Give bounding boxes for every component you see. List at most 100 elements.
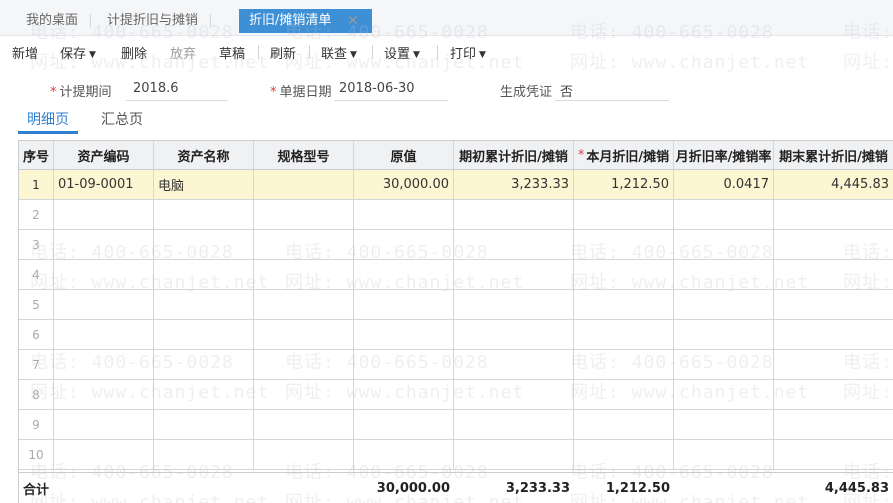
cell-month[interactable]	[574, 410, 674, 440]
cell-closing[interactable]	[774, 290, 893, 320]
delete-button[interactable]: 删除	[121, 43, 147, 62]
cell-month[interactable]	[574, 230, 674, 260]
cell-name[interactable]	[154, 350, 254, 380]
cell-rate[interactable]	[674, 260, 774, 290]
cell-name[interactable]: 电脑	[154, 170, 254, 200]
cell-name[interactable]	[154, 200, 254, 230]
tab-depreciation-list[interactable]: 折旧/摊销清单 ✕	[239, 9, 372, 33]
refresh-button[interactable]: 刷新	[270, 43, 296, 62]
cell-original[interactable]: 30,000.00	[354, 170, 454, 200]
cell-name[interactable]	[154, 230, 254, 260]
cell-original[interactable]	[354, 380, 454, 410]
cell-opening[interactable]	[454, 260, 574, 290]
table-row[interactable]: 2	[19, 200, 893, 230]
cell-spec[interactable]	[254, 200, 354, 230]
cell-month[interactable]	[574, 380, 674, 410]
close-icon[interactable]: ✕	[347, 9, 359, 33]
voucher-field[interactable]: 否	[560, 81, 573, 100]
table-row[interactable]: 9	[19, 410, 893, 440]
cell-opening[interactable]	[454, 200, 574, 230]
cell-original[interactable]	[354, 350, 454, 380]
cell-opening[interactable]	[454, 440, 574, 470]
table-row[interactable]: 8	[19, 380, 893, 410]
tab-summary[interactable]: 汇总页	[101, 109, 143, 129]
new-button[interactable]: 新增	[12, 43, 38, 62]
settings-button[interactable]: 设置 ▼	[384, 43, 420, 62]
cell-spec[interactable]	[254, 260, 354, 290]
cell-code[interactable]: 01-09-0001	[54, 170, 154, 200]
cell-code[interactable]	[54, 320, 154, 350]
cell-original[interactable]	[354, 320, 454, 350]
cell-rate[interactable]	[674, 410, 774, 440]
table-row[interactable]: 6	[19, 320, 893, 350]
cell-month[interactable]	[574, 320, 674, 350]
table-row[interactable]: 5	[19, 290, 893, 320]
cell-month[interactable]	[574, 260, 674, 290]
tab-depreciation-amortization[interactable]: 计提折旧与摊销	[107, 8, 212, 34]
cell-opening[interactable]	[454, 320, 574, 350]
cell-opening[interactable]	[454, 230, 574, 260]
cell-code[interactable]	[54, 260, 154, 290]
cell-closing[interactable]	[774, 410, 893, 440]
period-field[interactable]: 2018.6	[133, 81, 179, 96]
cell-spec[interactable]	[254, 230, 354, 260]
table-row[interactable]: 3	[19, 230, 893, 260]
cell-original[interactable]	[354, 230, 454, 260]
cell-opening[interactable]	[454, 290, 574, 320]
date-field[interactable]: 2018-06-30	[339, 81, 415, 96]
cell-name[interactable]	[154, 290, 254, 320]
cell-closing[interactable]	[774, 320, 893, 350]
cell-original[interactable]	[354, 290, 454, 320]
cell-rate[interactable]	[674, 350, 774, 380]
draft-button[interactable]: 草稿	[219, 43, 245, 62]
cell-month[interactable]	[574, 290, 674, 320]
cell-rate[interactable]	[674, 440, 774, 470]
cell-rate[interactable]	[674, 200, 774, 230]
cell-code[interactable]	[54, 350, 154, 380]
cell-code[interactable]	[54, 440, 154, 470]
cell-opening[interactable]	[454, 410, 574, 440]
cell-original[interactable]	[354, 440, 454, 470]
cell-spec[interactable]	[254, 290, 354, 320]
cell-closing[interactable]	[774, 440, 893, 470]
cell-code[interactable]	[54, 200, 154, 230]
cell-code[interactable]	[54, 230, 154, 260]
cell-name[interactable]	[154, 380, 254, 410]
cell-spec[interactable]	[254, 380, 354, 410]
tab-my-desktop[interactable]: 我的桌面	[26, 8, 92, 34]
cell-code[interactable]	[54, 290, 154, 320]
cell-opening[interactable]: 3,233.33	[454, 170, 574, 200]
cell-name[interactable]	[154, 320, 254, 350]
table-row[interactable]: 10	[19, 440, 893, 470]
cell-original[interactable]	[354, 410, 454, 440]
cell-spec[interactable]	[254, 320, 354, 350]
cell-name[interactable]	[154, 440, 254, 470]
query-button[interactable]: 联查 ▼	[321, 43, 357, 62]
cell-opening[interactable]	[454, 380, 574, 410]
cell-closing[interactable]: 4,445.83	[774, 170, 893, 200]
cell-original[interactable]	[354, 260, 454, 290]
tab-detail[interactable]: 明细页	[27, 109, 69, 129]
cell-closing[interactable]	[774, 350, 893, 380]
cell-code[interactable]	[54, 410, 154, 440]
cell-closing[interactable]	[774, 230, 893, 260]
cell-rate[interactable]	[674, 380, 774, 410]
discard-button[interactable]: 放弃	[170, 43, 196, 62]
cell-opening[interactable]	[454, 350, 574, 380]
print-button[interactable]: 打印 ▼	[450, 43, 486, 62]
cell-month[interactable]	[574, 200, 674, 230]
cell-month[interactable]	[574, 440, 674, 470]
save-button[interactable]: 保存 ▼	[60, 43, 96, 62]
cell-original[interactable]	[354, 200, 454, 230]
cell-spec[interactable]	[254, 410, 354, 440]
cell-name[interactable]	[154, 410, 254, 440]
table-row[interactable]: 7	[19, 350, 893, 380]
cell-spec[interactable]	[254, 170, 354, 200]
cell-closing[interactable]	[774, 200, 893, 230]
cell-closing[interactable]	[774, 380, 893, 410]
table-row[interactable]: 4	[19, 260, 893, 290]
cell-month[interactable]	[574, 350, 674, 380]
cell-code[interactable]	[54, 380, 154, 410]
cell-rate[interactable]	[674, 320, 774, 350]
cell-rate[interactable]	[674, 290, 774, 320]
